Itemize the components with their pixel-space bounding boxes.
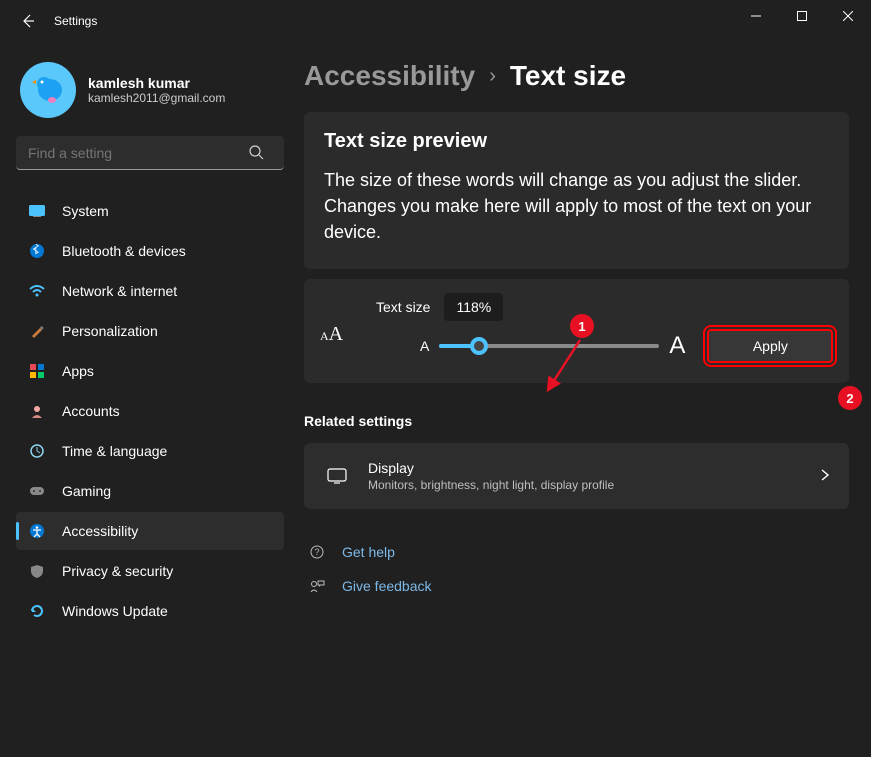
sidebar-item-privacy[interactable]: Privacy & security [16, 552, 284, 590]
link-label: Get help [342, 544, 395, 560]
sidebar-item-network[interactable]: Network & internet [16, 272, 284, 310]
sidebar-item-label: Privacy & security [62, 563, 173, 579]
sidebar-item-accessibility[interactable]: Accessibility [16, 512, 284, 550]
user-email: kamlesh2011@gmail.com [88, 91, 225, 105]
maximize-button[interactable] [779, 0, 825, 32]
sidebar-item-system[interactable]: System [16, 192, 284, 230]
sidebar-item-accounts[interactable]: Accounts [16, 392, 284, 430]
related-settings-heading: Related settings [304, 413, 849, 429]
sidebar-item-label: Windows Update [62, 603, 168, 619]
sidebar-item-label: Time & language [62, 443, 167, 459]
slider-min-glyph: A [420, 338, 429, 354]
bluetooth-icon [28, 242, 46, 260]
minimize-button[interactable] [733, 0, 779, 32]
close-button[interactable] [825, 0, 871, 32]
sidebar-item-label: System [62, 203, 109, 219]
back-button[interactable] [10, 3, 46, 39]
update-icon [28, 602, 46, 620]
apply-button[interactable]: Apply [707, 329, 833, 363]
text-size-slider[interactable] [439, 344, 659, 348]
slider-thumb[interactable] [470, 337, 488, 355]
clock-icon [28, 442, 46, 460]
sidebar-item-apps[interactable]: Apps [16, 352, 284, 390]
wifi-icon [28, 282, 46, 300]
user-profile[interactable]: kamlesh kumar kamlesh2011@gmail.com [16, 54, 284, 136]
preview-card: Text size preview The size of these word… [304, 112, 849, 269]
shield-icon [28, 562, 46, 580]
sidebar-item-personalization[interactable]: Personalization [16, 312, 284, 350]
search-icon [248, 144, 264, 163]
help-icon: ? [308, 544, 326, 560]
sidebar-item-label: Bluetooth & devices [62, 243, 186, 259]
annotation-badge-2: 2 [838, 386, 862, 410]
sidebar-item-label: Gaming [62, 483, 111, 499]
search-input[interactable] [16, 136, 284, 170]
sidebar-item-time[interactable]: Time & language [16, 432, 284, 470]
apps-icon [28, 362, 46, 380]
svg-text:?: ? [314, 547, 319, 557]
brush-icon [28, 322, 46, 340]
maximize-icon [797, 11, 807, 21]
give-feedback-link[interactable]: Give feedback [304, 569, 849, 603]
get-help-link[interactable]: ? Get help [304, 535, 849, 569]
annotation-badge-1: 1 [570, 314, 594, 338]
preview-text: The size of these words will change as y… [324, 167, 829, 245]
breadcrumb-parent[interactable]: Accessibility [304, 60, 475, 92]
sidebar-item-bluetooth[interactable]: Bluetooth & devices [16, 232, 284, 270]
sidebar-item-gaming[interactable]: Gaming [16, 472, 284, 510]
user-name: kamlesh kumar [88, 75, 225, 91]
display-icon [324, 468, 350, 484]
minimize-icon [751, 11, 761, 21]
text-size-value: 118% [444, 293, 503, 321]
sidebar-item-label: Accounts [62, 403, 120, 419]
accessibility-icon [28, 522, 46, 540]
window-title: Settings [54, 14, 97, 28]
system-icon [28, 202, 46, 220]
sidebar-item-label: Accessibility [62, 523, 138, 539]
sidebar-item-update[interactable]: Windows Update [16, 592, 284, 630]
breadcrumb: Accessibility › Text size [304, 60, 849, 92]
gamepad-icon [28, 482, 46, 500]
bird-icon [28, 70, 68, 110]
chevron-right-icon [821, 468, 829, 484]
feedback-icon [308, 578, 326, 594]
person-icon [28, 402, 46, 420]
preview-title: Text size preview [324, 130, 829, 153]
slider-max-glyph: A [669, 332, 685, 360]
sidebar-item-label: Personalization [62, 323, 158, 339]
link-label: Give feedback [342, 578, 432, 594]
sidebar-item-label: Network & internet [62, 283, 177, 299]
arrow-left-icon [20, 13, 36, 29]
chevron-right-icon: › [489, 65, 496, 88]
display-setting-row[interactable]: Display Monitors, brightness, night ligh… [304, 443, 849, 509]
close-icon [843, 11, 853, 21]
display-subtitle: Monitors, brightness, night light, displ… [368, 478, 614, 492]
slider-label: Text size [376, 299, 430, 315]
display-title: Display [368, 460, 614, 476]
page-title: Text size [510, 60, 626, 92]
avatar [20, 62, 76, 118]
text-size-icon: AA [320, 323, 343, 346]
sidebar-item-label: Apps [62, 363, 94, 379]
